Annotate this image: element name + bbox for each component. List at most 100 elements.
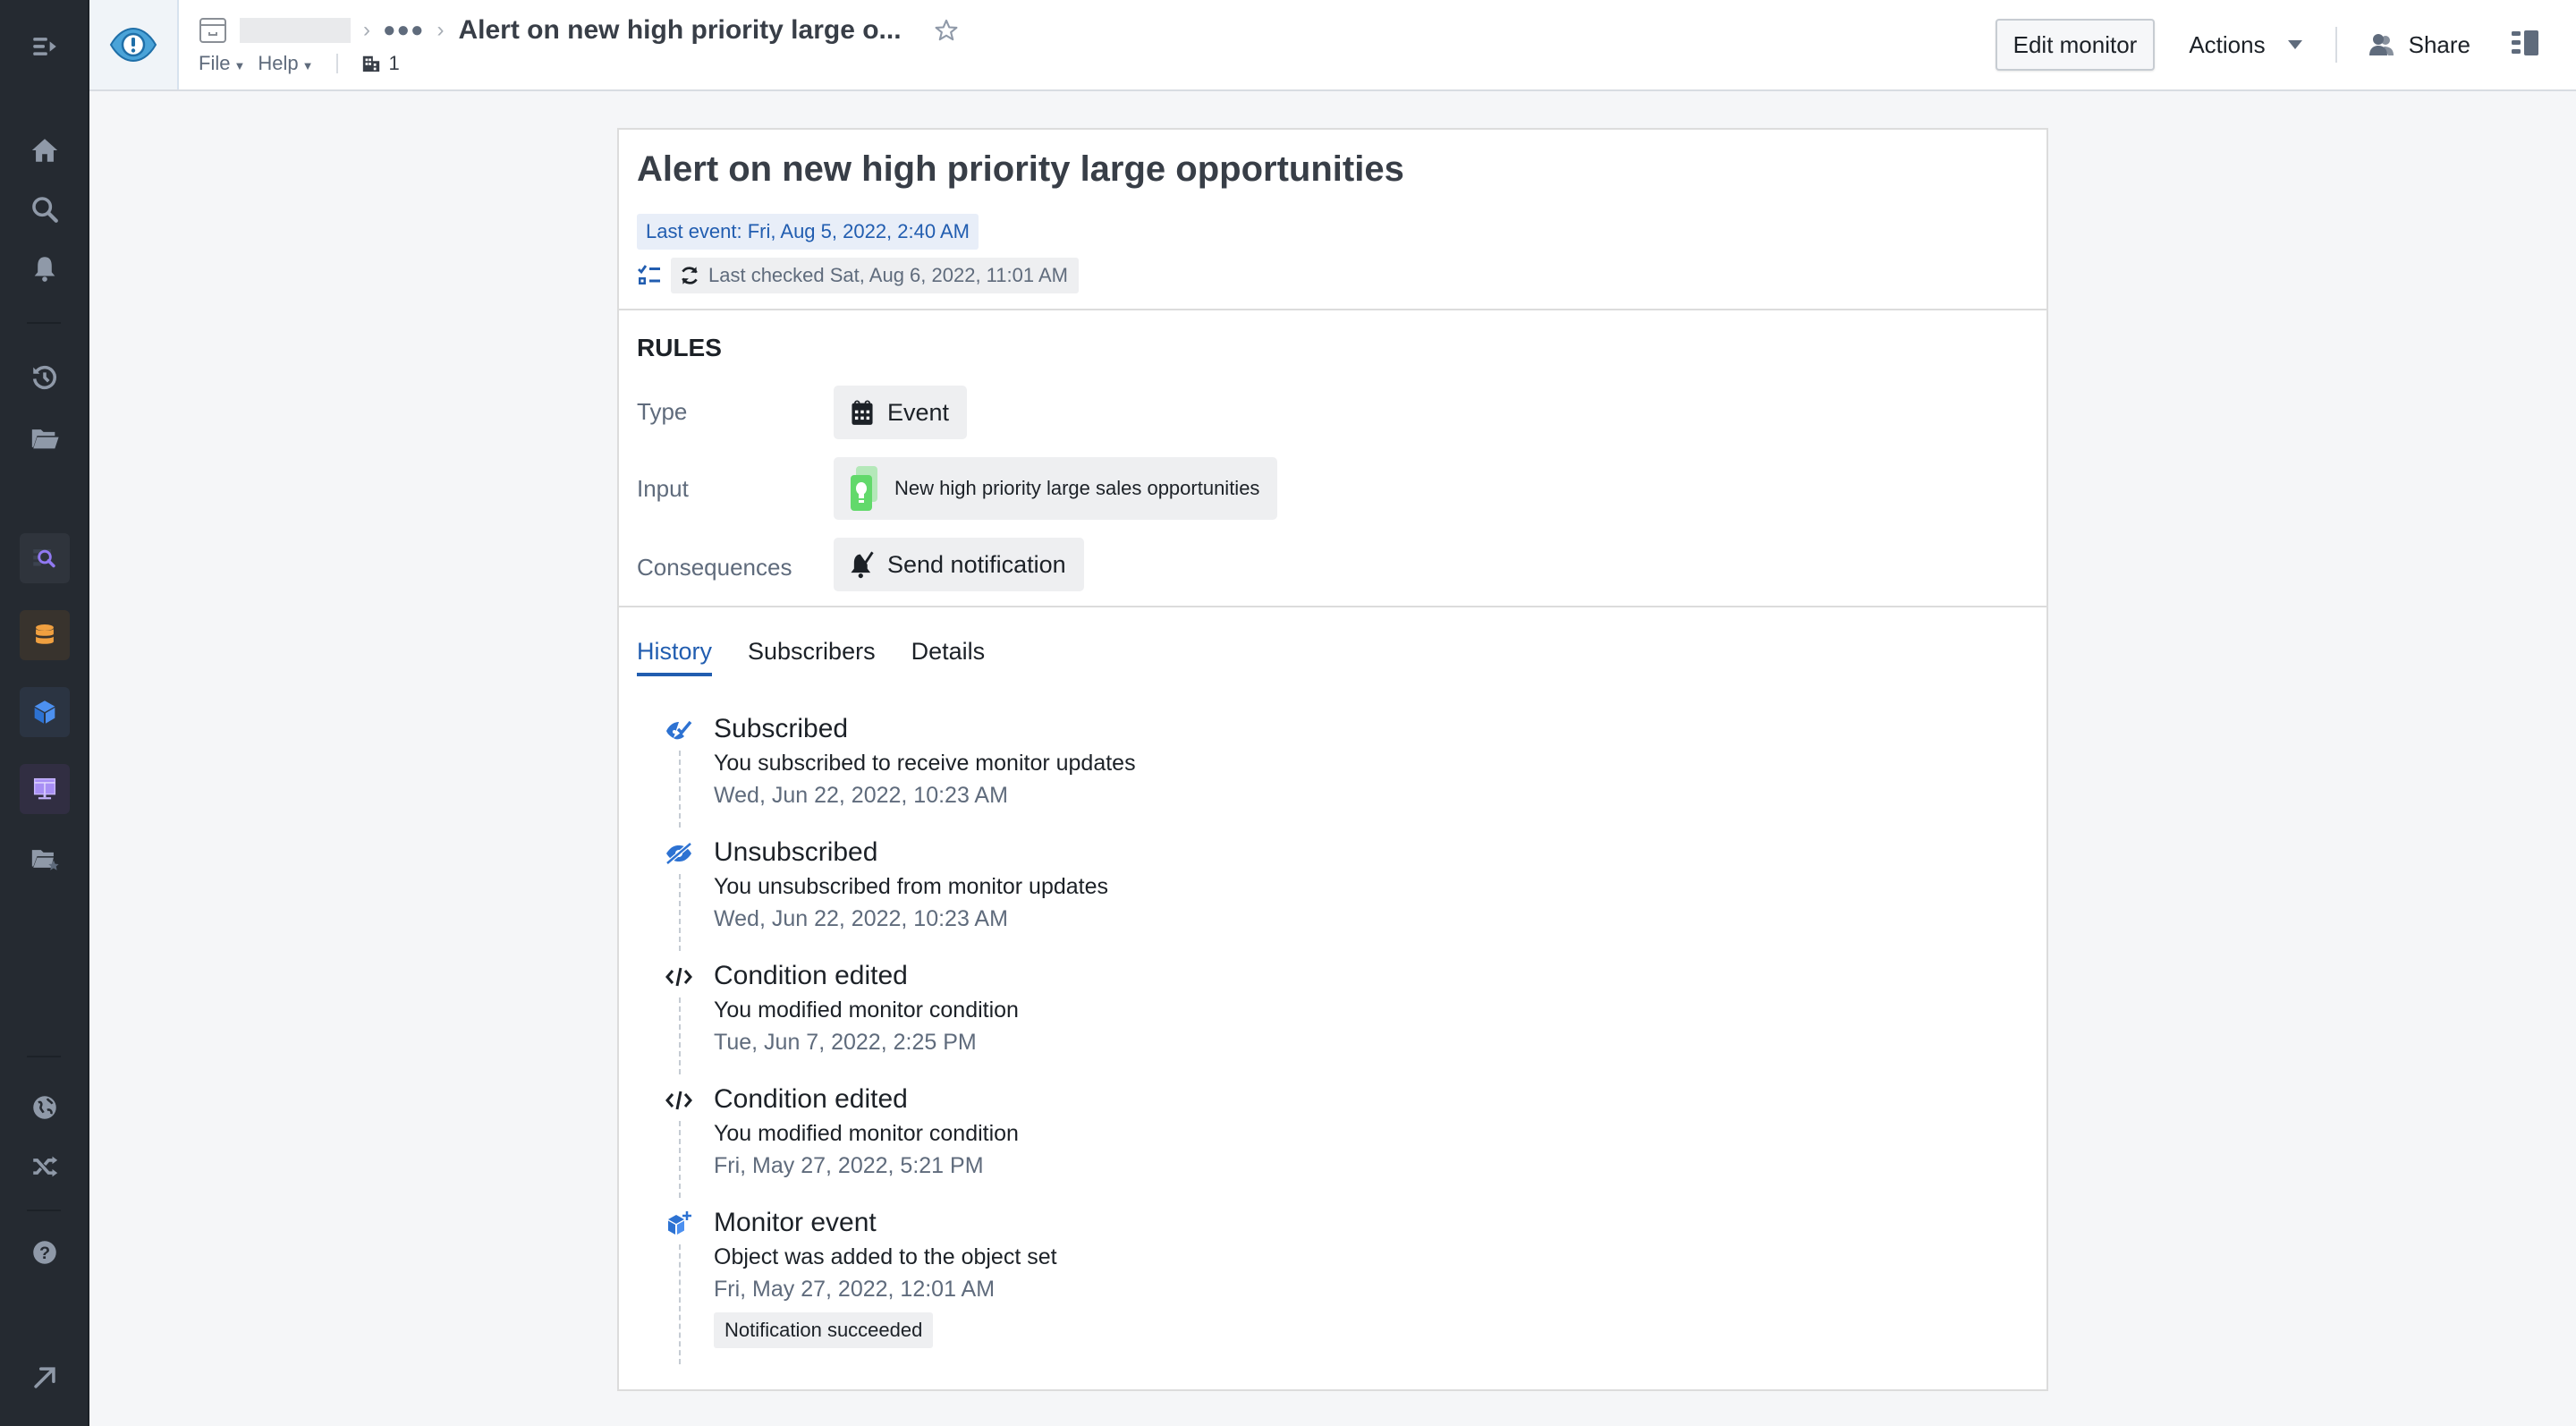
project-box-icon[interactable]: [199, 17, 227, 44]
history-item-title: Condition edited: [714, 1084, 908, 1114]
timeline-connector: [679, 1244, 681, 1364]
tab-history[interactable]: History: [637, 638, 713, 676]
monitor-tabs: History Subscribers Details: [637, 638, 985, 676]
history-item-time: Wed, Jun 22, 2022, 10:23 AM: [714, 906, 1008, 931]
workshop-icon: [33, 777, 56, 800]
nav-shuffle[interactable]: [20, 1142, 70, 1192]
history-icon: [32, 365, 56, 390]
timeline-connector: [679, 751, 681, 828]
svg-text:?: ?: [39, 1244, 50, 1263]
history-item: Subscribed You subscribed to receive mon…: [664, 711, 1136, 828]
search-icon: [32, 197, 58, 223]
nav-workshop[interactable]: [20, 764, 70, 814]
chevron-right-icon: ›: [436, 18, 445, 42]
nav-globe[interactable]: [20, 1082, 70, 1133]
nav-recent[interactable]: [20, 352, 70, 403]
last-checked-text: Last checked Sat, Aug 6, 2022, 11:01 AM: [708, 264, 1068, 286]
nav-help[interactable]: ?: [20, 1227, 70, 1277]
expand-nav-button[interactable]: [20, 21, 70, 72]
actions-label: Actions: [2189, 30, 2266, 58]
home-icon: [31, 139, 58, 162]
history-item-time: Wed, Jun 22, 2022, 10:23 AM: [714, 783, 1008, 808]
nav-notifications[interactable]: [20, 243, 70, 293]
history-item-description: You unsubscribed from monitor updates: [714, 874, 1109, 899]
rule-input-text: New high priority large sales opportunit…: [894, 477, 1260, 499]
star-favorite-icon[interactable]: [934, 18, 959, 43]
arrow-up-right-icon: [34, 1367, 55, 1388]
collapse-menu-icon: [33, 38, 56, 55]
rule-consequences-value[interactable]: Send notification: [834, 538, 1084, 591]
monitor-card: Alert on new high priority large opportu…: [617, 128, 2048, 1391]
unsubscribed-eye-icon: [664, 838, 694, 869]
history-item-description: Object was added to the object set: [714, 1244, 1057, 1269]
rules-heading: RULES: [637, 334, 722, 361]
file-menu-label: File: [199, 52, 231, 74]
nav-files[interactable]: [20, 413, 70, 463]
timeline-connector: [679, 1121, 681, 1198]
nav-home[interactable]: [20, 125, 70, 175]
last-checked-tag: Last checked Sat, Aug 6, 2022, 11:01 AM: [671, 258, 1079, 293]
rules-section: RULES Type Event Input New high priority…: [619, 312, 2046, 607]
checklist-icon[interactable]: [637, 264, 662, 287]
history-item-time: Fri, May 27, 2022, 5:21 PM: [714, 1153, 984, 1178]
toggle-side-panel-button[interactable]: [2510, 30, 2540, 61]
history-item-description: You modified monitor condition: [714, 1121, 1019, 1146]
rule-input-label: Input: [637, 475, 689, 502]
favorites-folder-icon: [31, 850, 59, 870]
notification-status-badge: Notification succeeded: [714, 1312, 934, 1348]
header-actions: Edit monitor Actions Share: [1995, 0, 2576, 89]
calendar-icon: [852, 400, 873, 425]
building-icon: [363, 55, 380, 72]
timeline-connector: [679, 997, 681, 1074]
nav-divider: [27, 1210, 61, 1211]
rule-type-value[interactable]: Event: [834, 386, 968, 439]
breadcrumb-project-redacted[interactable]: [240, 18, 351, 43]
tab-details[interactable]: Details: [911, 638, 986, 676]
help-menu[interactable]: Help ▼: [258, 52, 313, 75]
actions-dropdown-button[interactable]: Actions: [2174, 31, 2317, 59]
history-item-time: Fri, May 27, 2022, 12:01 AM: [714, 1277, 996, 1302]
cube-icon: [34, 700, 55, 724]
bell-icon: [34, 257, 55, 282]
more-breadcrumbs-icon[interactable]: ●●●: [383, 18, 425, 43]
nav-expand[interactable]: [20, 1353, 70, 1403]
caret-down-icon: ▼: [301, 59, 314, 72]
cube-add-icon: [664, 1209, 694, 1239]
share-button[interactable]: Share: [2359, 31, 2479, 59]
refresh-icon: [682, 267, 698, 284]
nav-divider: [27, 322, 61, 324]
timeline-connector: [679, 874, 681, 951]
chevron-right-icon: ›: [363, 18, 370, 42]
breadcrumb: › ●●● › Alert on new high priority large…: [199, 13, 959, 48]
tab-subscribers[interactable]: Subscribers: [748, 638, 876, 676]
breadcrumb-current-title: Alert on new high priority large o...: [458, 15, 902, 45]
help-icon: ?: [33, 1241, 56, 1264]
nav-search[interactable]: [20, 184, 70, 234]
nav-datasets[interactable]: [20, 610, 70, 660]
database-icon: [36, 624, 54, 644]
caret-down-icon: ▼: [233, 59, 246, 72]
nav-ontology[interactable]: [20, 687, 70, 737]
code-icon: [664, 962, 694, 992]
panel-layout-icon: [2512, 30, 2538, 55]
history-item-title: Condition edited: [714, 961, 908, 990]
people-icon: [2368, 34, 2394, 55]
history-item-description: You subscribed to receive monitor update…: [714, 751, 1136, 776]
history-item-title: Subscribed: [714, 714, 849, 743]
rule-input-value[interactable]: New high priority large sales opportunit…: [834, 457, 1278, 520]
nav-favorites[interactable]: [20, 834, 70, 884]
rule-consequences-text: Send notification: [887, 550, 1066, 578]
workspace-count-value: 1: [388, 52, 400, 74]
rule-type-text: Event: [887, 398, 950, 426]
file-menu[interactable]: File ▼: [199, 52, 245, 75]
workspace-count[interactable]: 1: [361, 52, 400, 75]
history-item: Monitor event Object was added to the ob…: [664, 1205, 1136, 1364]
help-menu-label: Help: [258, 52, 299, 74]
edit-monitor-button[interactable]: Edit monitor: [1995, 19, 2156, 71]
bell-check-icon: [851, 551, 874, 579]
object-explorer-icon: [33, 549, 55, 568]
history-item-description: You modified monitor condition: [714, 997, 1019, 1023]
nav-object-explorer[interactable]: [20, 533, 70, 583]
header-divider: [2334, 27, 2337, 63]
code-icon: [664, 1085, 694, 1116]
